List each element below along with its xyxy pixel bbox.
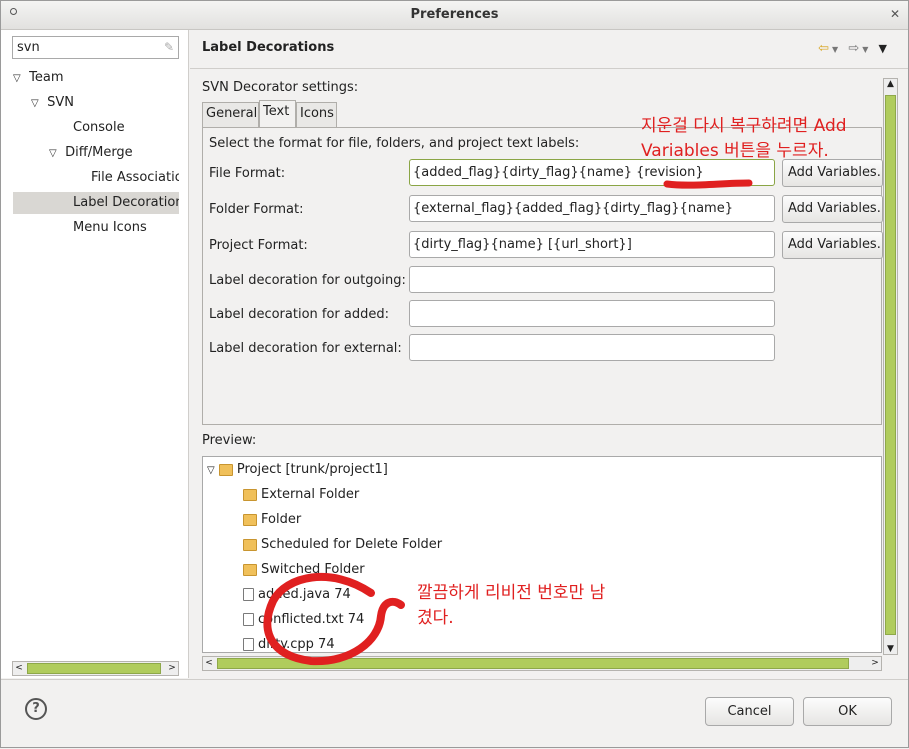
circle-stroke	[263, 572, 405, 666]
annotation-line: 지운걸 다시 복구하려면 Add	[641, 116, 847, 136]
annotation-note-2: 깔끔하게 리비전 번호만 남 겼다.	[417, 581, 605, 631]
annotation-note-1: 지운걸 다시 복구하려면 Add Variables 버튼을 누르자.	[641, 114, 847, 164]
annotation-line: 깔끔하게 리비전 번호만 남	[417, 583, 606, 603]
annotation-line: 겼다.	[417, 608, 454, 628]
underline-stroke	[663, 179, 753, 189]
preferences-window: Preferences ✕ svn ✎ ▽ Team ▽ SVN Console…	[0, 0, 909, 748]
annotation-line: Variables 버튼을 누르자.	[641, 141, 829, 161]
